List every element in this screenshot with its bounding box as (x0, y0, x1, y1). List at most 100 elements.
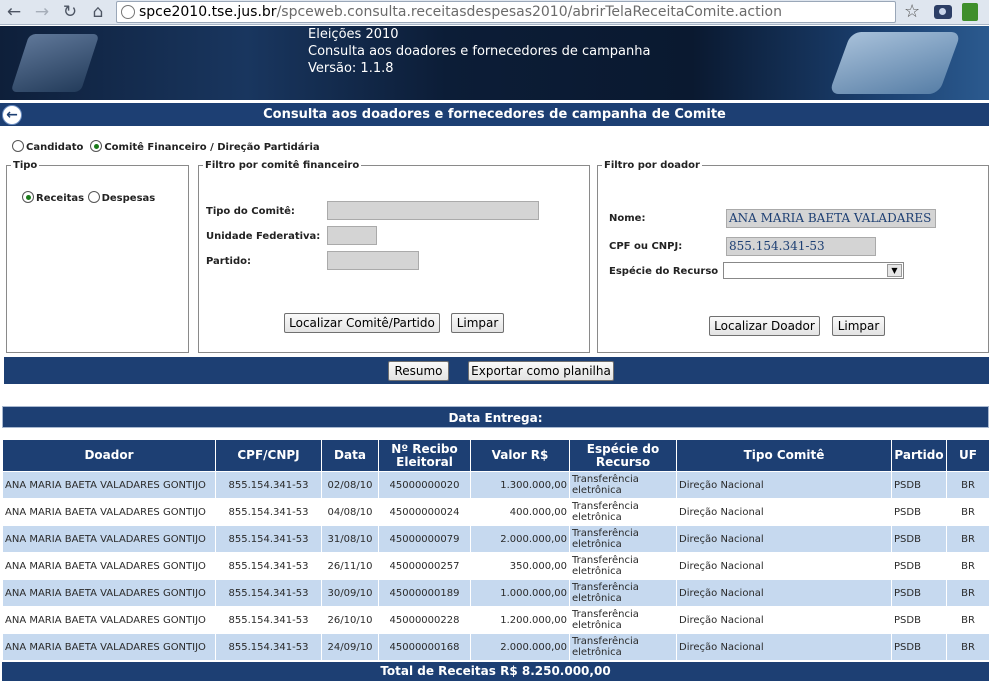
cell-valor: 1.000.000,00 (470, 579, 570, 607)
globe-icon (121, 5, 135, 19)
address-bar[interactable]: spce2010.tse.jus.br/spceweb.consulta.rec… (116, 1, 896, 23)
localizar-comite-button[interactable]: Localizar Comitê/Partido (284, 313, 440, 333)
cell-data: 31/08/10 (321, 525, 379, 553)
cell-doador: ANA MARIA BAETA VALADARES GONTIJO (2, 525, 216, 553)
cell-especie: Transferência eletrônica (569, 606, 677, 634)
cell-tipo-comite: Direção Nacional (676, 606, 892, 634)
extension-icon[interactable] (962, 3, 978, 21)
cell-uf: BR (946, 471, 989, 499)
home-icon[interactable]: ⌂ (88, 2, 108, 22)
reload-icon[interactable]: ↻ (60, 2, 80, 22)
nome-field[interactable]: ANA MARIA BAETA VALADARES GON (726, 209, 936, 228)
cell-data: 30/09/10 (321, 579, 379, 607)
cell-partido: PSDB (891, 498, 947, 526)
cell-doador: ANA MARIA BAETA VALADARES GONTIJO (2, 633, 216, 661)
cell-uf: BR (946, 579, 989, 607)
banner-line-1: Eleições 2010 (308, 27, 399, 42)
radio-receitas-label: Receitas (36, 193, 85, 204)
page-title: Consulta aos doadores e fornecedores de … (263, 107, 726, 122)
header-uf[interactable]: UF (946, 439, 989, 472)
cell-partido: PSDB (891, 579, 947, 607)
cell-cpf: 855.154.341-53 (215, 471, 322, 499)
cell-especie: Transferência eletrônica (569, 525, 677, 553)
table-row: ANA MARIA BAETA VALADARES GONTIJO 855.15… (2, 498, 989, 526)
cell-valor: 2.000.000,00 (470, 525, 570, 553)
cell-uf: BR (946, 498, 989, 526)
browser-toolbar: ← → ↻ ⌂ spce2010.tse.jus.br/spceweb.cons… (0, 0, 989, 25)
back-arrow-icon[interactable]: ← (4, 2, 24, 22)
header-tipo-comite[interactable]: Tipo Comitê (676, 439, 892, 472)
partido-field[interactable] (327, 251, 419, 270)
radio-despesas-label: Despesas (101, 193, 156, 204)
radio-despesas[interactable] (87, 191, 100, 203)
filtro-doador-legend: Filtro por doador (604, 160, 700, 171)
radio-receitas[interactable] (22, 191, 34, 203)
cell-recibo: 45000000079 (378, 525, 471, 553)
header-especie[interactable]: Espécie do Recurso (569, 439, 677, 472)
cell-partido: PSDB (891, 525, 947, 553)
nome-label: Nome: (609, 213, 646, 224)
cell-doador: ANA MARIA BAETA VALADARES GONTIJO (2, 471, 216, 499)
header-partido[interactable]: Partido (891, 439, 947, 472)
results-table: Doador CPF/CNPJ Data Nº Recibo Eleitoral… (2, 439, 989, 661)
cell-doador: ANA MARIA BAETA VALADARES GONTIJO (2, 579, 216, 607)
cell-recibo: 45000000020 (378, 471, 471, 499)
cell-partido: PSDB (891, 633, 947, 661)
header-doador[interactable]: Doador (2, 439, 216, 472)
cpf-label: CPF ou CNPJ: (609, 241, 683, 252)
header-valor[interactable]: Valor R$ (470, 439, 570, 472)
partido-label: Partido: (206, 256, 251, 267)
cell-valor: 1.300.000,00 (470, 471, 570, 499)
limpar-comite-button[interactable]: Limpar (451, 313, 504, 333)
camera-extension-icon[interactable] (934, 5, 952, 19)
url-path: /spceweb.consulta.receitasdespesas2010/a… (276, 4, 782, 20)
cell-partido: PSDB (891, 552, 947, 580)
voting-machine-image (828, 32, 962, 94)
bookmark-star-icon[interactable]: ☆ (904, 1, 920, 23)
filtro-comite-fieldset: Filtro por comitê financeiro Tipo do Com… (198, 160, 590, 353)
uf-field[interactable] (327, 226, 377, 245)
cell-recibo: 45000000168 (378, 633, 471, 661)
cell-especie: Transferência eletrônica (569, 633, 677, 661)
banner-line-2: Consulta aos doadores e fornecedores de … (308, 44, 651, 59)
cell-doador: ANA MARIA BAETA VALADARES GONTIJO (2, 552, 216, 580)
tipo-legend: Tipo (13, 160, 38, 171)
forward-arrow-icon[interactable]: → (32, 2, 52, 22)
limpar-doador-button[interactable]: Limpar (832, 316, 885, 336)
localizar-doador-button[interactable]: Localizar Doador (709, 316, 820, 336)
radio-comite[interactable] (90, 140, 103, 152)
table-row: ANA MARIA BAETA VALADARES GONTIJO 855.15… (2, 606, 989, 634)
radio-candidato[interactable] (12, 140, 24, 152)
header-banner: Eleições 2010 Consulta aos doadores e fo… (0, 26, 989, 100)
filtro-doador-fieldset: Filtro por doador Nome: ANA MARIA BAETA … (597, 160, 989, 353)
cell-valor: 2.000.000,00 (470, 633, 570, 661)
filtro-comite-legend: Filtro por comitê financeiro (205, 160, 360, 171)
table-row: ANA MARIA BAETA VALADARES GONTIJO 855.15… (2, 552, 989, 580)
cell-data: 26/11/10 (321, 552, 379, 580)
cell-doador: ANA MARIA BAETA VALADARES GONTIJO (2, 498, 216, 526)
tipo-comite-field[interactable] (327, 201, 539, 220)
resumo-button[interactable]: Resumo (388, 361, 449, 381)
chevron-down-icon[interactable]: ▼ (887, 264, 902, 277)
cell-data: 26/10/10 (321, 606, 379, 634)
cell-especie: Transferência eletrônica (569, 552, 677, 580)
cell-data: 02/08/10 (321, 471, 379, 499)
cell-uf: BR (946, 606, 989, 634)
especie-select[interactable]: ▼ (723, 262, 904, 279)
cell-partido: PSDB (891, 471, 947, 499)
table-row: ANA MARIA BAETA VALADARES GONTIJO 855.15… (2, 579, 989, 607)
cell-tipo-comite: Direção Nacional (676, 579, 892, 607)
cell-cpf: 855.154.341-53 (215, 606, 322, 634)
table-row: ANA MARIA BAETA VALADARES GONTIJO 855.15… (2, 471, 989, 499)
cpf-field[interactable]: 855.154.341-53 (726, 237, 876, 256)
header-data[interactable]: Data (321, 439, 379, 472)
header-cpf[interactable]: CPF/CNPJ (215, 439, 322, 472)
exportar-button[interactable]: Exportar como planilha (468, 361, 614, 381)
cell-tipo-comite: Direção Nacional (676, 633, 892, 661)
header-recibo[interactable]: Nº Recibo Eleitoral (378, 439, 471, 472)
cell-recibo: 45000000257 (378, 552, 471, 580)
back-circle-icon[interactable] (2, 105, 22, 125)
cell-tipo-comite: Direção Nacional (676, 498, 892, 526)
cell-valor: 400.000,00 (470, 498, 570, 526)
cell-tipo-comite: Direção Nacional (676, 525, 892, 553)
